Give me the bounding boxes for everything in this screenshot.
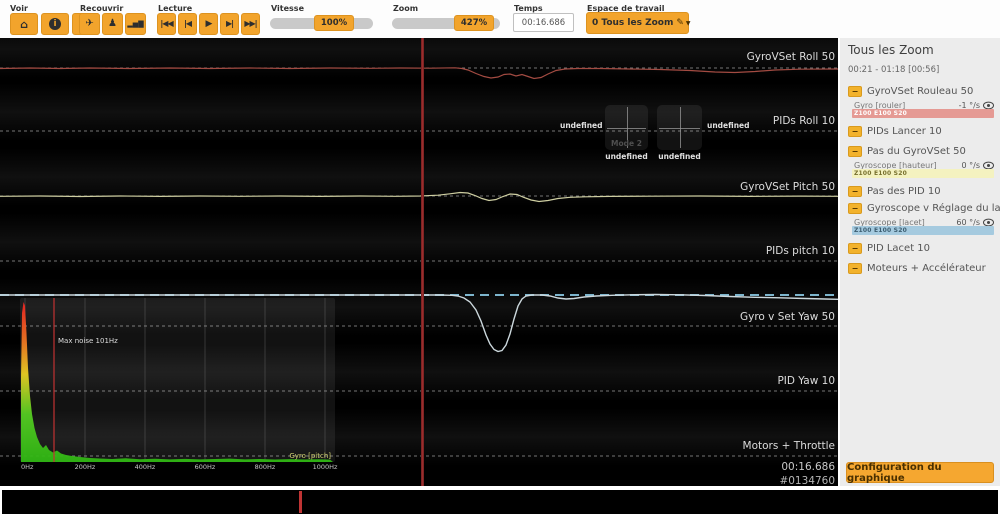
legend-group-gyro-pitch[interactable]: − Pas du GyroVSet 50: [848, 145, 996, 158]
legend-group-label: Pas des PID 10: [867, 186, 941, 197]
play-button[interactable]: ▶: [199, 13, 218, 35]
curve-settings-bar[interactable]: Z100 E100 S20: [852, 226, 994, 235]
vitesse-section-label: Vitesse: [271, 4, 304, 13]
collapse-icon[interactable]: −: [848, 186, 862, 197]
stick-mode-label: Mode 2: [605, 139, 648, 148]
step-forward-button[interactable]: ▶|: [220, 13, 239, 35]
stick-right-value: undefined: [707, 121, 750, 130]
collapse-icon[interactable]: −: [848, 146, 862, 157]
legend-group-label: PID Lacet 10: [867, 243, 930, 254]
graph-label-gyro-pitch: GyroVSet Pitch 50: [740, 181, 835, 193]
graph-label-pids-pitch: PIDs pitch 10: [766, 245, 835, 257]
step-forward-icon: ▶|: [226, 20, 233, 28]
analyser-field-label: Gyro [pitch]: [289, 452, 331, 460]
collapse-icon[interactable]: −: [848, 203, 862, 214]
tick-600hz: 600Hz: [195, 463, 216, 471]
speed-slider-thumb[interactable]: 100%: [314, 15, 354, 31]
log-seekbar[interactable]: [2, 490, 998, 514]
tick-800hz: 800Hz: [255, 463, 276, 471]
temps-section-label: Temps: [514, 4, 543, 13]
stick-right-crosshair-h: [659, 128, 700, 129]
recouvrir-section-label: Recouvrir: [80, 4, 123, 13]
stick-left-bottom-value: undefined: [605, 152, 648, 161]
current-frame: #0134760: [779, 475, 835, 487]
collapse-icon[interactable]: −: [848, 243, 862, 254]
log-info-button[interactable]: i: [41, 13, 69, 35]
graph-label-gyro-roll: GyroVSet Roll 50: [747, 51, 835, 63]
step-back-icon: |◀: [184, 20, 191, 28]
stick-right-bottom-value: undefined: [657, 152, 702, 161]
skip-start-icon: |◀◀: [160, 20, 172, 28]
legend-group-label: Pas du GyroVSet 50: [867, 146, 966, 157]
stick-right: [657, 105, 702, 150]
tick-400hz: 400Hz: [135, 463, 156, 471]
zoom-slider-thumb[interactable]: 427%: [454, 15, 494, 31]
legend-title: Tous les Zoom: [848, 43, 934, 57]
collapse-icon[interactable]: −: [848, 86, 862, 97]
current-time: 00:16.686: [781, 461, 835, 473]
legend-time-range: 00:21 - 01:18 [00:56]: [848, 65, 939, 75]
sticks-icon: ♟: [108, 19, 117, 29]
playback-cursor[interactable]: [421, 38, 424, 486]
step-back-button[interactable]: |◀: [178, 13, 197, 35]
play-icon: ▶: [206, 20, 212, 29]
legend-group-label: Gyroscope v Réglage du lacet 50: [867, 203, 1000, 214]
tick-0hz: 0Hz: [21, 463, 34, 471]
lecture-section-label: Lecture: [158, 4, 192, 13]
legend-group-label: PIDs Lancer 10: [867, 126, 942, 137]
home-button[interactable]: ⌂: [10, 13, 38, 35]
legend-group-pid-yaw[interactable]: − PID Lacet 10: [848, 242, 996, 255]
stick-left-crosshair-h: [607, 128, 646, 129]
zoom-slider[interactable]: 427%: [392, 18, 500, 29]
legend-group-label: Moteurs + Accélérateur: [867, 263, 986, 274]
tick-200hz: 200Hz: [75, 463, 96, 471]
graph-svg: Max noise 101Hz Gyro [pitch] 0Hz 200Hz 4…: [0, 38, 838, 486]
chevron-down-icon: ▼: [686, 20, 691, 27]
curve-settings-bar[interactable]: Z100 E100 S20: [852, 109, 994, 118]
log-graph-canvas[interactable]: Max noise 101Hz Gyro [pitch] 0Hz 200Hz 4…: [0, 38, 838, 486]
legend-group-motors[interactable]: − Moteurs + Accélérateur: [848, 262, 996, 275]
view-analyser-button[interactable]: ▂▅▇: [125, 13, 146, 35]
view-craft-button[interactable]: ✈: [79, 13, 100, 35]
graph-label-gyro-yaw: Gyro v Set Yaw 50: [740, 311, 835, 323]
voir-section-label: Voir: [10, 4, 28, 13]
craft-icon: ✈: [85, 19, 93, 29]
legend-group-gyro-roll[interactable]: − GyroVSet Rouleau 50: [848, 85, 996, 98]
info-icon: i: [49, 18, 61, 30]
graph-config-button[interactable]: Configuration du graphique: [846, 462, 994, 483]
workspace-dropdown[interactable]: 0 Tous les Zoom ✎ ▼: [586, 12, 689, 34]
seekbar-position-marker[interactable]: [299, 491, 302, 513]
workspace-value: 0 Tous les Zoom: [592, 18, 673, 28]
graph-label-motors: Motors + Throttle: [743, 440, 835, 452]
graph-label-pid-yaw: PID Yaw 10: [777, 375, 835, 387]
zoom-section-label: Zoom: [393, 4, 418, 13]
blackbox-log-viewer: Voir ⌂ i ▤ Recouvrir ✈ ♟ ▂▅▇ Lecture |◀◀…: [0, 0, 1000, 518]
jump-end-button[interactable]: ▶▶|: [241, 13, 260, 35]
curve-settings-bar[interactable]: Z100 E100 S20: [852, 169, 994, 178]
bar-chart-icon: ▂▅▇: [127, 21, 143, 28]
view-sticks-button[interactable]: ♟: [102, 13, 123, 35]
pencil-icon[interactable]: ✎: [676, 18, 684, 28]
speed-slider[interactable]: 100%: [270, 18, 373, 29]
legend-group-gyro-yaw[interactable]: − Gyroscope v Réglage du lacet 50: [848, 202, 996, 215]
legend-group-pids-roll[interactable]: − PIDs Lancer 10: [848, 125, 996, 138]
tick-1000hz: 1000Hz: [313, 463, 338, 471]
stick-left-value: undefined: [560, 121, 602, 130]
legend-group-label: GyroVSet Rouleau 50: [867, 86, 973, 97]
legend-group-pids-pitch[interactable]: − Pas des PID 10: [848, 185, 996, 198]
collapse-icon[interactable]: −: [848, 263, 862, 274]
time-input[interactable]: 00:16.686: [513, 13, 574, 32]
jump-start-button[interactable]: |◀◀: [157, 13, 176, 35]
skip-end-icon: ▶▶|: [244, 20, 256, 28]
home-icon: ⌂: [20, 19, 28, 30]
graph-label-pids-roll: PIDs Roll 10: [773, 115, 835, 127]
max-noise-label: Max noise 101Hz: [58, 337, 118, 345]
graph-legend-sidebar: Tous les Zoom 00:21 - 01:18 [00:56] − Gy…: [840, 38, 1000, 486]
spectrum-analyser: Max noise 101Hz Gyro [pitch] 0Hz 200Hz 4…: [20, 298, 338, 471]
collapse-icon[interactable]: −: [848, 126, 862, 137]
toolbar: Voir ⌂ i ▤ Recouvrir ✈ ♟ ▂▅▇ Lecture |◀◀…: [0, 0, 1000, 38]
